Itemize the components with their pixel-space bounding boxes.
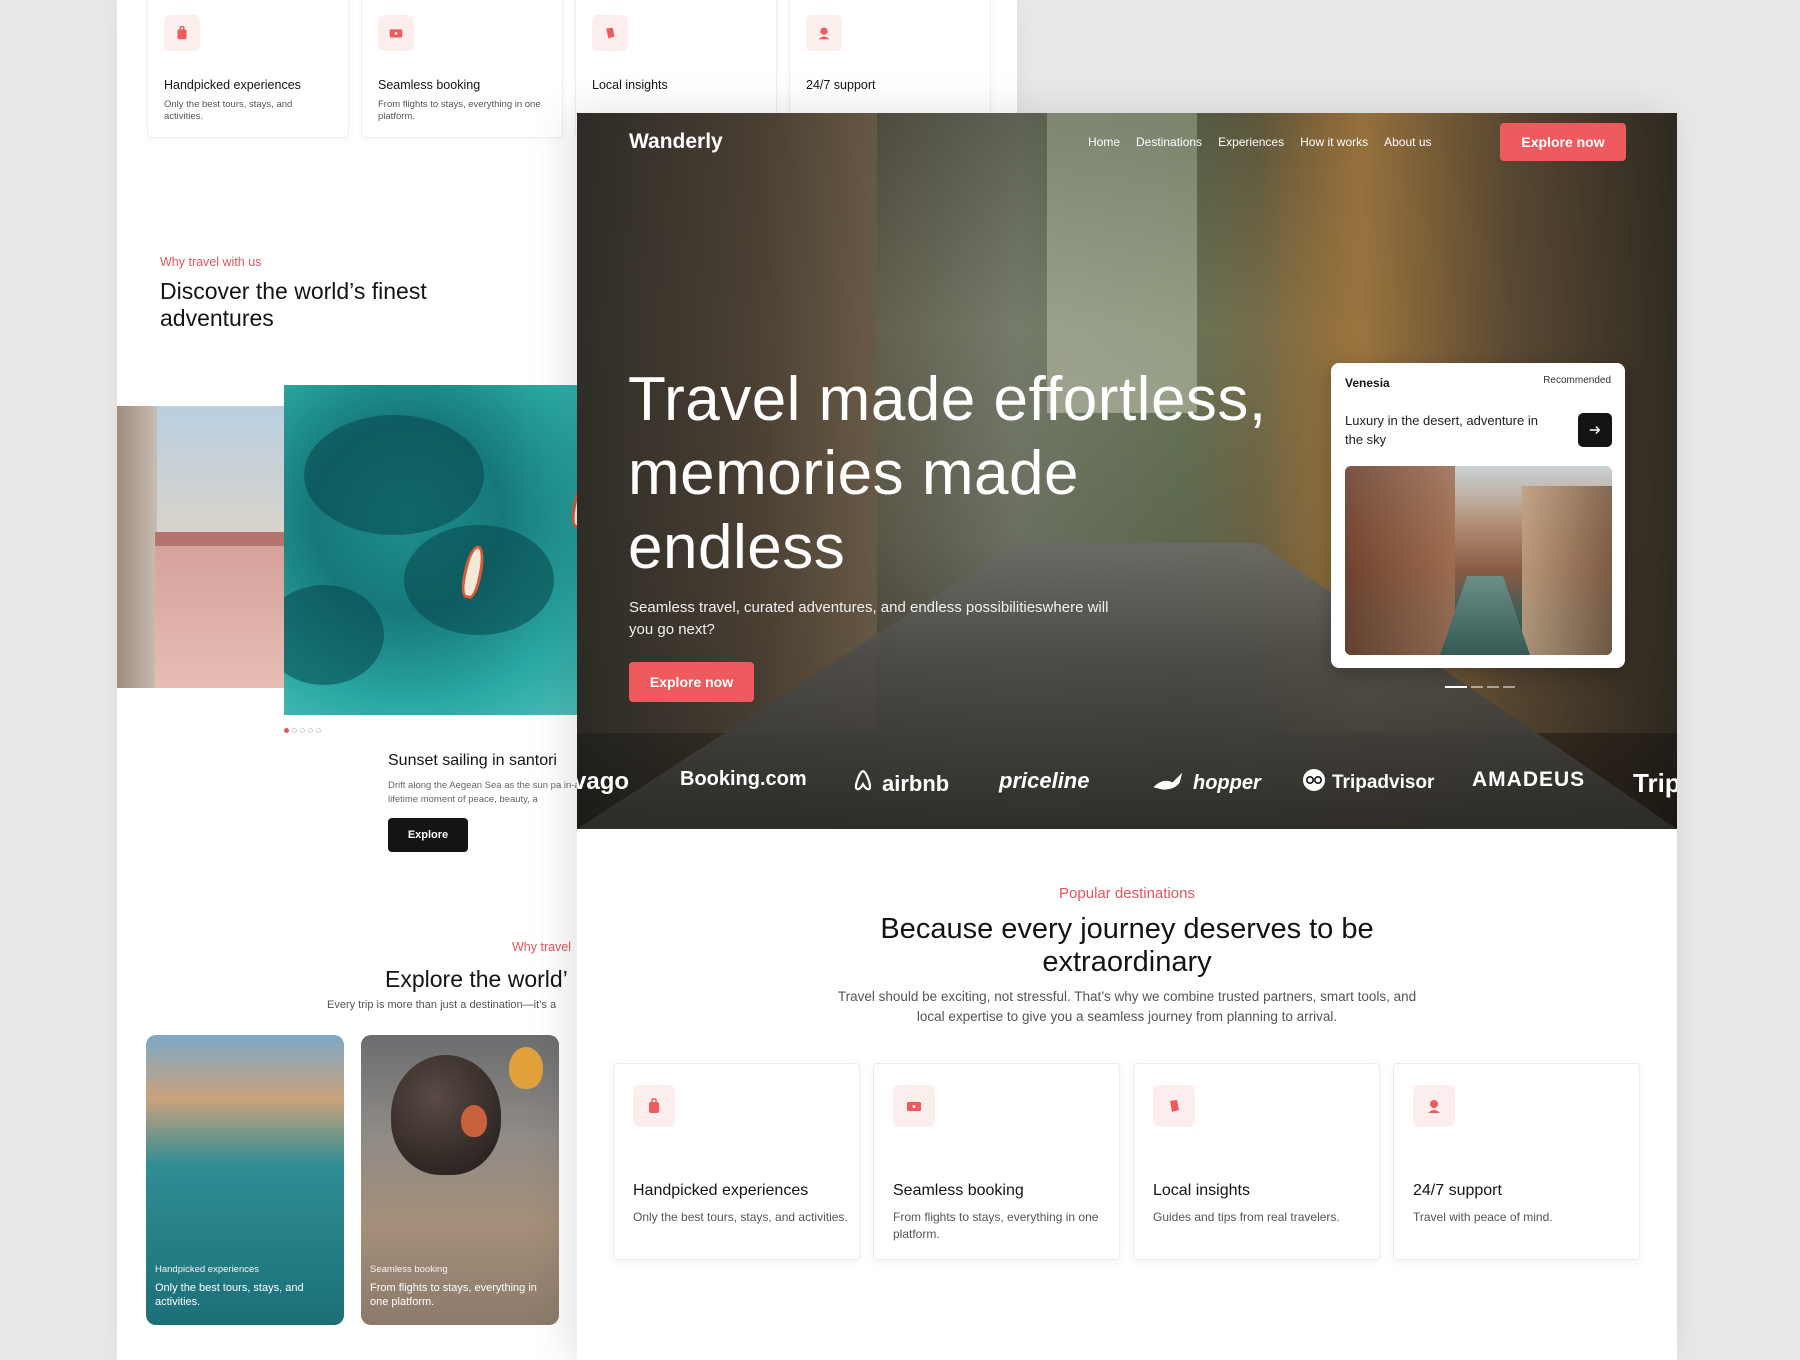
feature-title: Handpicked experiences: [633, 1182, 809, 1199]
why-eyebrow-2: Why travel: [512, 940, 572, 954]
sunset-desc: Drift along the Aegean Sea as the sun pa…: [388, 780, 583, 805]
card-caption: Only the best tours, stays, and activiti…: [155, 1282, 304, 1309]
feature-card: Local insights Guides and tips from real…: [1133, 1063, 1380, 1260]
feature-card: 24/7 support Travel with peace of mind.: [1393, 1063, 1640, 1260]
landing-page: Wanderly Home Destinations Experiences H…: [577, 113, 1677, 1360]
hero-subtitle: Seamless travel, curated adventures, and…: [629, 599, 1109, 638]
feature-title: 24/7 support: [806, 78, 876, 92]
feature-title: Seamless booking: [378, 78, 481, 92]
partner-logos: vago Booking.com airbnb priceline hopper…: [577, 768, 1677, 808]
balloon-icon: [509, 1047, 543, 1089]
card-caption-small: Seamless booking: [370, 1264, 448, 1275]
sunset-title: Sunset sailing in santori: [388, 752, 557, 769]
nav-explore-button[interactable]: Explore now: [1500, 123, 1626, 161]
feature-desc: From flights to stays, everything in one…: [378, 99, 541, 123]
map-pin-icon: [1153, 1085, 1195, 1127]
feature-cards: Handpicked experiences Only the best tou…: [613, 1063, 1640, 1260]
nav-link-home[interactable]: Home: [1088, 135, 1120, 149]
support-icon: [806, 15, 842, 51]
feature-desc: Only the best tours, stays, and activiti…: [633, 1210, 848, 1224]
nav-link-about[interactable]: About us: [1384, 135, 1431, 149]
hero-explore-button[interactable]: Explore now: [629, 662, 754, 702]
recommended-card[interactable]: Venesia Recommended Luxury in the desert…: [1331, 363, 1625, 668]
partner-logo: vago: [577, 768, 630, 795]
recommended-name: Venesia: [1345, 376, 1390, 390]
feature-desc: From flights to stays, everything in one…: [893, 1210, 1099, 1241]
balloon-icon: [461, 1105, 487, 1137]
partner-logo: Trip: [1633, 768, 1677, 798]
owl-icon: [1302, 768, 1326, 798]
ticket-icon: [893, 1085, 935, 1127]
hero-slider-dots[interactable]: [1445, 686, 1515, 688]
feature-card: Handpicked experiences Only the best tou…: [613, 1063, 860, 1260]
card-caption-small: Handpicked experiences: [155, 1264, 260, 1275]
brand-logo[interactable]: Wanderly: [629, 130, 723, 154]
partner-logo: hopper: [1151, 768, 1261, 798]
feature-title: Seamless booking: [893, 1182, 1024, 1199]
feature-title: Local insights: [592, 78, 668, 92]
recommended-tag: Recommended: [1543, 375, 1611, 386]
venice-building-image: [117, 406, 287, 688]
feature-title: Handpicked experiences: [164, 78, 301, 92]
hero-title: Travel made effortless, memories made en…: [628, 365, 1267, 582]
feature-desc: Travel with peace of mind.: [1413, 1210, 1553, 1224]
main-nav: Home Destinations Experiences How it wor…: [1088, 135, 1432, 149]
back-feature-card: Handpicked experiences Only the best tou…: [147, 0, 349, 138]
partner-logo: AMADEUS: [1472, 768, 1586, 791]
airbnb-icon: [850, 768, 876, 800]
venice-canal-image: [1345, 466, 1612, 655]
explore-world-heading: Explore the world’: [385, 966, 568, 992]
partner-logo: airbnb: [850, 768, 949, 800]
backpack-icon: [633, 1085, 675, 1127]
feature-card: Seamless booking From flights to stays, …: [873, 1063, 1120, 1260]
santorini-sea-image: [284, 385, 594, 715]
map-pin-icon: [592, 15, 628, 51]
harbor-card[interactable]: Handpicked experiences Only the best tou…: [146, 1035, 344, 1325]
feature-desc: Guides and tips from real travelers.: [1153, 1210, 1340, 1224]
explore-button[interactable]: Explore: [388, 818, 468, 852]
partner-logo: Booking.com: [680, 768, 807, 790]
popular-desc: Travel should be exciting, not stressful…: [837, 989, 1417, 1024]
balloon-card[interactable]: Seamless booking From flights to stays, …: [361, 1035, 559, 1325]
hero-section: Wanderly Home Destinations Experiences H…: [577, 113, 1677, 829]
popular-heading: Because every journey deserves to be ext…: [880, 913, 1374, 978]
feature-title: Local insights: [1153, 1182, 1250, 1199]
carousel-dots[interactable]: [284, 728, 321, 733]
partner-logo: priceline: [999, 768, 1090, 793]
every-trip-text: Every trip is more than just a destinati…: [327, 999, 557, 1011]
popular-eyebrow: Popular destinations: [1059, 885, 1195, 902]
feature-title: 24/7 support: [1413, 1182, 1502, 1199]
why-heading: Discover the world’s finest adventures: [160, 278, 427, 332]
nav-link-how-it-works[interactable]: How it works: [1300, 135, 1368, 149]
partner-logo: Tripadvisor: [1302, 768, 1434, 798]
arrow-right-icon[interactable]: [1578, 413, 1612, 447]
backpack-icon: [164, 15, 200, 51]
ticket-icon: [378, 15, 414, 51]
recommended-desc: Luxury in the desert, adventure in the s…: [1345, 413, 1538, 447]
feature-desc: Only the best tours, stays, and activiti…: [164, 99, 293, 123]
support-icon: [1413, 1085, 1455, 1127]
why-eyebrow: Why travel with us: [160, 255, 262, 269]
nav-link-destinations[interactable]: Destinations: [1136, 135, 1202, 149]
card-caption: From flights to stays, everything in one…: [370, 1282, 537, 1309]
back-feature-card: Seamless booking From flights to stays, …: [361, 0, 563, 138]
nav-link-experiences[interactable]: Experiences: [1218, 135, 1284, 149]
bunny-icon: [1151, 768, 1187, 798]
